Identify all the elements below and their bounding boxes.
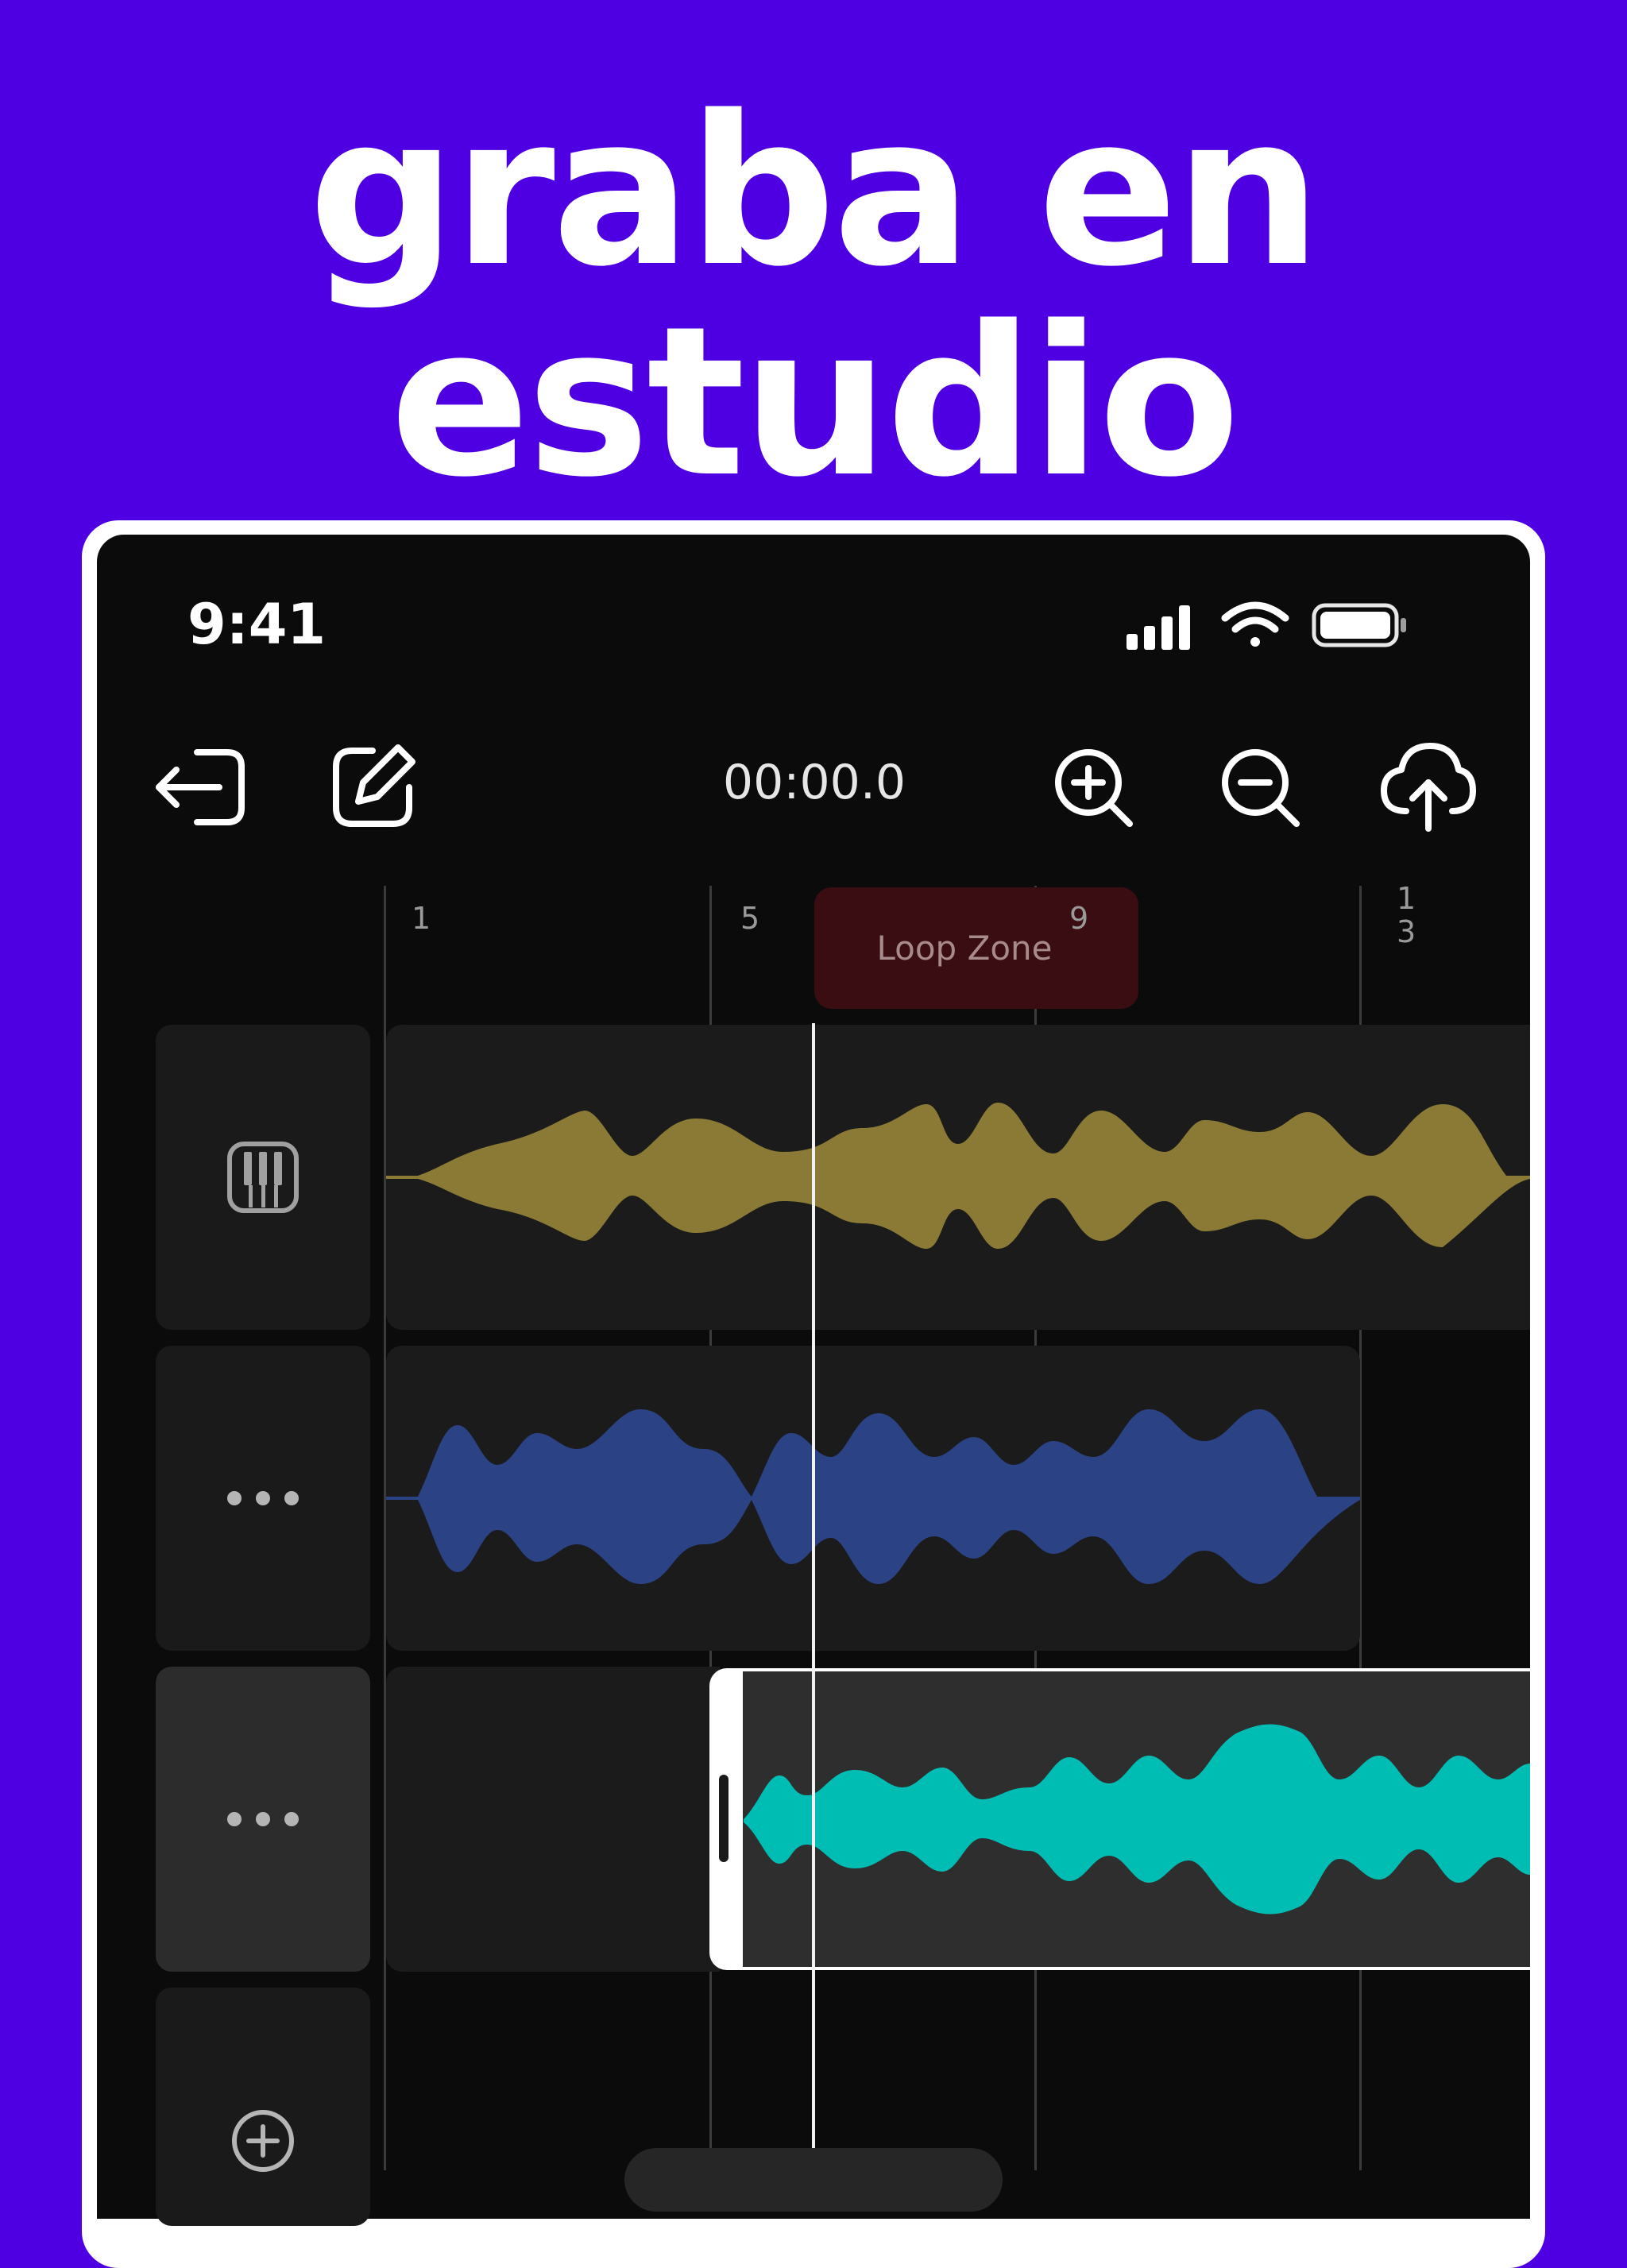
- headline-line-2: estudio: [389, 283, 1240, 523]
- ruler-marker-9: 9: [1069, 901, 1089, 936]
- cloud-upload-icon[interactable]: [1376, 735, 1479, 838]
- ruler-marker-5: 5: [740, 901, 760, 936]
- waveform-track-2: [386, 1409, 1360, 1584]
- headline: graba en estudio: [0, 87, 1627, 508]
- battery-icon: [1312, 603, 1406, 647]
- more-icon[interactable]: [223, 1486, 303, 1510]
- status-icons: [1127, 601, 1406, 650]
- waveform-shape: [386, 1409, 1360, 1584]
- track-header-piano[interactable]: [156, 1025, 370, 1330]
- waveform-shape: [386, 1103, 1530, 1249]
- playhead[interactable]: [812, 1023, 815, 2170]
- add-track-button[interactable]: [156, 1988, 370, 2226]
- waveform-shape: [744, 1724, 1530, 1914]
- track-header-3[interactable]: [156, 1667, 370, 1972]
- waveform-track-3: [744, 1724, 1530, 1914]
- headline-line-1: graba en: [308, 72, 1321, 312]
- more-icon[interactable]: [223, 1807, 303, 1831]
- waveform-track-1: [386, 1103, 1530, 1249]
- exit-icon[interactable]: [151, 735, 254, 838]
- track-header-2[interactable]: [156, 1346, 370, 1651]
- loop-zone[interactable]: Loop Zone: [814, 887, 1138, 1009]
- ruler-marker-13: 1 3: [1397, 881, 1416, 949]
- edit-icon[interactable]: [322, 735, 425, 838]
- add-circle-icon: [232, 2110, 294, 2172]
- timecode: 00:00.0: [722, 755, 906, 810]
- zoom-in-icon[interactable]: [1042, 735, 1146, 838]
- cellular-signal-icon: [1127, 605, 1190, 650]
- ruler-marker-1: 1: [412, 901, 431, 936]
- wifi-icon: [1221, 601, 1289, 647]
- bottom-control-pill[interactable]: [624, 2148, 1003, 2212]
- zoom-out-icon[interactable]: [1209, 735, 1312, 838]
- status-time: 9:41: [187, 592, 327, 657]
- piano-icon: [227, 1142, 299, 1213]
- clip-trim-grip: [719, 1775, 728, 1862]
- lane-track-3-empty: [386, 1667, 720, 1972]
